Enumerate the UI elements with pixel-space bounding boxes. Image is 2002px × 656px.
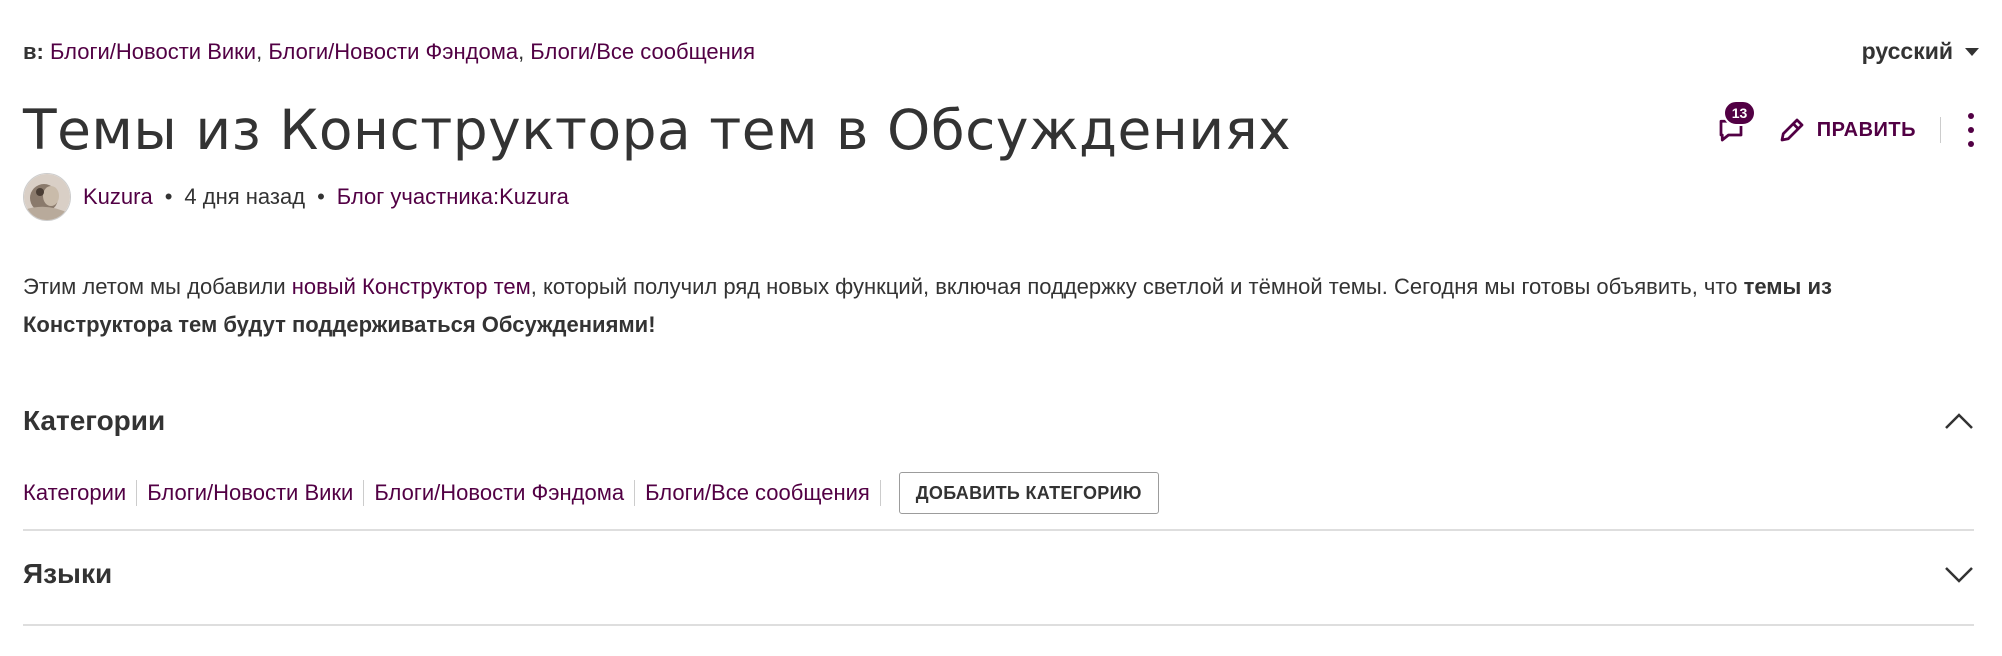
languages-section-header[interactable]: Языки bbox=[23, 558, 1974, 590]
breadcrumb-prefix: в: bbox=[23, 39, 44, 64]
categories-title: Категории bbox=[23, 405, 166, 436]
breadcrumb-separator: , bbox=[256, 39, 269, 64]
comments-button[interactable]: 13 bbox=[1709, 100, 1757, 152]
more-options-icon[interactable] bbox=[1963, 113, 1979, 147]
breadcrumb-link-all-posts[interactable]: Блоги/Все сообщения bbox=[530, 39, 755, 64]
category-separator bbox=[363, 480, 365, 506]
body-text-start: Этим летом мы добавили bbox=[23, 274, 292, 299]
edit-button[interactable]: ПРАВИТЬ bbox=[1777, 115, 1916, 145]
avatar[interactable] bbox=[23, 173, 71, 221]
language-dropdown[interactable]: русский bbox=[1862, 38, 1979, 65]
author-link[interactable]: Kuzura bbox=[83, 184, 153, 210]
article-body: Этим летом мы добавили новый Конструктор… bbox=[23, 268, 1983, 344]
category-list: Категории Блоги/Новости Вики Блоги/Новос… bbox=[23, 472, 1159, 514]
category-separator bbox=[136, 480, 138, 506]
category-link[interactable]: Категории bbox=[23, 480, 126, 506]
category-link[interactable]: Блоги/Все сообщения bbox=[645, 480, 870, 506]
actions-divider bbox=[1940, 117, 1941, 143]
comments-count-badge: 13 bbox=[1722, 100, 1757, 126]
chevron-down-icon[interactable] bbox=[1944, 564, 1974, 584]
category-separator bbox=[634, 480, 636, 506]
body-text-middle: , который получил ряд новых функций, вкл… bbox=[530, 274, 1744, 299]
language-selected: русский bbox=[1861, 38, 1953, 64]
chevron-down-icon bbox=[1965, 47, 1979, 56]
user-blog-link[interactable]: Блог участника:Kuzura bbox=[337, 184, 569, 210]
breadcrumb-link-fandom-news[interactable]: Блоги/Новости Фэндома bbox=[268, 39, 518, 64]
category-link[interactable]: Блоги/Новости Фэндома bbox=[374, 480, 624, 506]
divider bbox=[23, 624, 1974, 626]
languages-title: Языки bbox=[23, 558, 113, 589]
categories-section-header: Категории bbox=[23, 405, 1974, 437]
page-title: Темы из Конструктора тем в Обсуждениях bbox=[23, 98, 1292, 162]
theme-designer-link[interactable]: новый Конструктор тем bbox=[292, 274, 531, 299]
chevron-up-icon[interactable] bbox=[1944, 411, 1974, 431]
avatar-image bbox=[24, 174, 70, 220]
breadcrumb: в: Блоги/Новости Вики, Блоги/Новости Фэн… bbox=[23, 36, 1979, 68]
article-meta: Kuzura • 4 дня назад • Блог участника:Ku… bbox=[23, 173, 569, 221]
post-time: 4 дня назад bbox=[184, 184, 306, 209]
category-separator bbox=[879, 480, 881, 506]
meta-separator: • bbox=[317, 184, 325, 209]
breadcrumb-separator: , bbox=[518, 39, 531, 64]
top-bar: в: Блоги/Новости Вики, Блоги/Новости Фэн… bbox=[23, 36, 1979, 68]
category-link[interactable]: Блоги/Новости Вики bbox=[147, 480, 353, 506]
breadcrumb-link-wiki-news[interactable]: Блоги/Новости Вики bbox=[50, 39, 256, 64]
add-category-button[interactable]: ДОБАВИТЬ КАТЕГОРИЮ bbox=[898, 472, 1159, 514]
divider bbox=[23, 529, 1974, 531]
pencil-icon bbox=[1780, 118, 1804, 142]
meta-separator: • bbox=[164, 184, 173, 209]
edit-label: ПРАВИТЬ bbox=[1816, 118, 1916, 141]
page-actions: 13 ПРАВИТЬ bbox=[1709, 100, 1979, 152]
title-row: Темы из Конструктора тем в Обсуждениях 1… bbox=[23, 90, 1979, 170]
